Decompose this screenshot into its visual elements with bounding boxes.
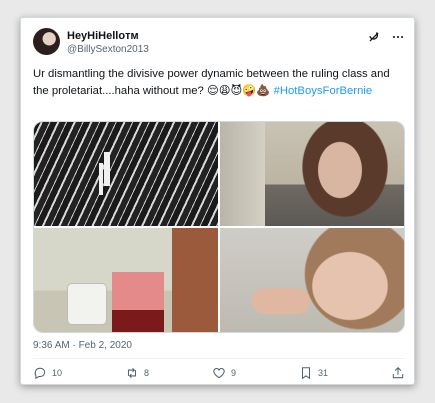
bookmark-button[interactable]: 31 <box>299 366 328 380</box>
hashtag-link[interactable]: #HotBoysForBernie <box>274 85 373 97</box>
reply-count: 10 <box>52 368 63 378</box>
bookmark-count: 31 <box>318 368 329 378</box>
heart-icon <box>213 368 225 379</box>
action-bar: 10 8 9 31 <box>33 363 405 383</box>
photo-top-right[interactable] <box>220 122 404 226</box>
repost-count: 8 <box>144 368 150 378</box>
avatar[interactable] <box>33 28 60 55</box>
share-icon <box>392 367 404 379</box>
tweet-text: Ur dismantling the divisive power dynami… <box>33 66 405 100</box>
like-button[interactable]: 9 <box>212 366 236 380</box>
photo-bottom-left[interactable] <box>34 228 218 332</box>
repost-button[interactable]: 8 <box>125 366 149 380</box>
like-count: 9 <box>231 368 237 378</box>
bookmark-icon <box>301 367 311 380</box>
reply-icon <box>34 367 46 380</box>
media-grid <box>33 121 405 333</box>
author-names: HeyHiHelloᴛᴍ @BillySexton2013 <box>67 30 149 56</box>
reply-button[interactable]: 10 <box>33 366 62 380</box>
more-icon[interactable] <box>391 30 405 44</box>
divider <box>33 358 405 359</box>
display-name[interactable]: HeyHiHelloᴛᴍ <box>67 30 149 43</box>
tweet-header: HeyHiHelloᴛᴍ @BillySexton2013 <box>33 28 405 62</box>
handle[interactable]: @BillySexton2013 <box>67 43 149 56</box>
share-button[interactable] <box>391 366 405 380</box>
repost-icon <box>127 367 137 379</box>
photo-top-left[interactable] <box>34 122 218 226</box>
timestamp[interactable]: 9:36 AM · Feb 2, 2020 <box>33 340 132 351</box>
tweet-card[interactable]: HeyHiHelloᴛᴍ @BillySexton2013 Ur dismant… <box>20 17 415 385</box>
photo-bottom-right[interactable] <box>220 228 404 332</box>
grok-icon[interactable] <box>367 30 381 44</box>
header-icons <box>367 30 405 44</box>
